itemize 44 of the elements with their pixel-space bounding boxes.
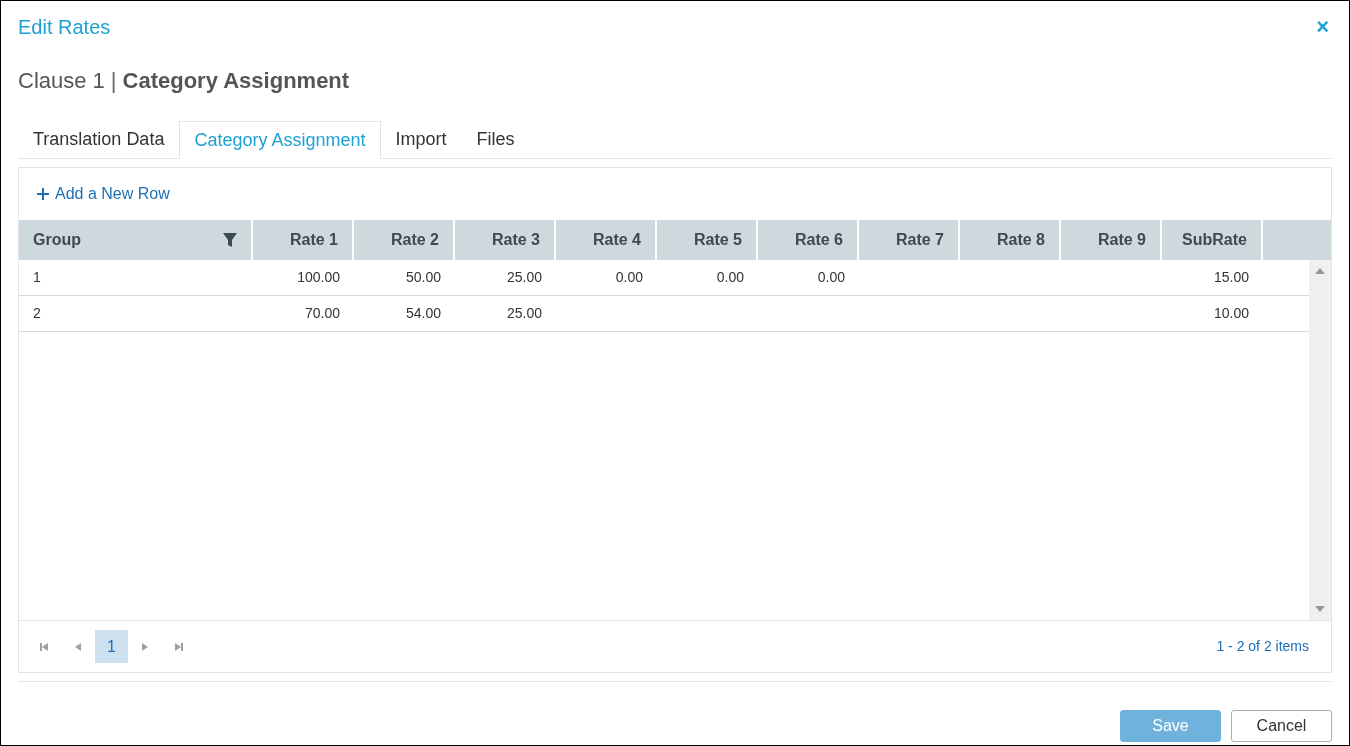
- table-cell-text: 25.00: [506, 268, 542, 287]
- first-page-icon: [39, 641, 49, 652]
- table-cell-text: 15.00: [1213, 268, 1249, 287]
- page-button[interactable]: 1: [95, 630, 128, 663]
- scroll-down-icon[interactable]: [1315, 606, 1325, 612]
- scrollbar[interactable]: [1309, 260, 1331, 620]
- window-title: Edit Rates: [18, 15, 111, 40]
- table-cell-text: 10.00: [1213, 304, 1249, 323]
- table-cell-text: 1: [33, 268, 41, 287]
- column-header[interactable]: Rate 7: [859, 220, 960, 260]
- column-header[interactable]: Rate 3: [455, 220, 556, 260]
- column-header[interactable]: Rate 5: [657, 220, 758, 260]
- tab[interactable]: Files: [461, 121, 530, 158]
- previous-page-icon: [73, 641, 83, 652]
- table-cell-text: 0.00: [817, 268, 845, 287]
- column-header[interactable]: SubRate: [1162, 220, 1263, 260]
- add-row-button[interactable]: Add a New Row: [37, 182, 170, 206]
- table-cell-text: 2: [33, 304, 41, 323]
- table-cell-text: 25.00: [506, 304, 542, 323]
- pager-summary: 1 - 2 of 2 items: [1216, 637, 1309, 656]
- scroll-up-icon[interactable]: [1315, 268, 1325, 274]
- table-cell-text: 50.00: [405, 268, 441, 287]
- last-page-icon: [174, 641, 184, 652]
- column-header[interactable]: Group: [19, 220, 253, 260]
- tab[interactable]: Import: [380, 121, 462, 158]
- table-cell-text: 70.00: [304, 304, 340, 323]
- column-header[interactable]: Rate 2: [354, 220, 455, 260]
- clause-label: Clause 1: [18, 66, 105, 95]
- table-cell-text: 0.00: [615, 268, 643, 287]
- table-cell-text: 0.00: [716, 268, 744, 287]
- column-header[interactable]: Rate 4: [556, 220, 657, 260]
- separator: |: [110, 66, 117, 95]
- page-heading: Category Assignment: [122, 66, 350, 95]
- column-header[interactable]: Rate 1: [253, 220, 354, 260]
- table-cell-text: 54.00: [405, 304, 441, 323]
- column-header[interactable]: Rate 8: [960, 220, 1061, 260]
- column-header[interactable]: Rate 9: [1061, 220, 1162, 260]
- next-page-icon: [140, 641, 150, 652]
- filter-icon[interactable]: [223, 233, 237, 247]
- cancel-button[interactable]: Cancel: [1231, 710, 1332, 742]
- column-header[interactable]: Rate 6: [758, 220, 859, 260]
- tab[interactable]: Translation Data: [18, 121, 180, 158]
- plus-icon: [37, 188, 49, 200]
- table-cell-text: 100.00: [297, 268, 340, 287]
